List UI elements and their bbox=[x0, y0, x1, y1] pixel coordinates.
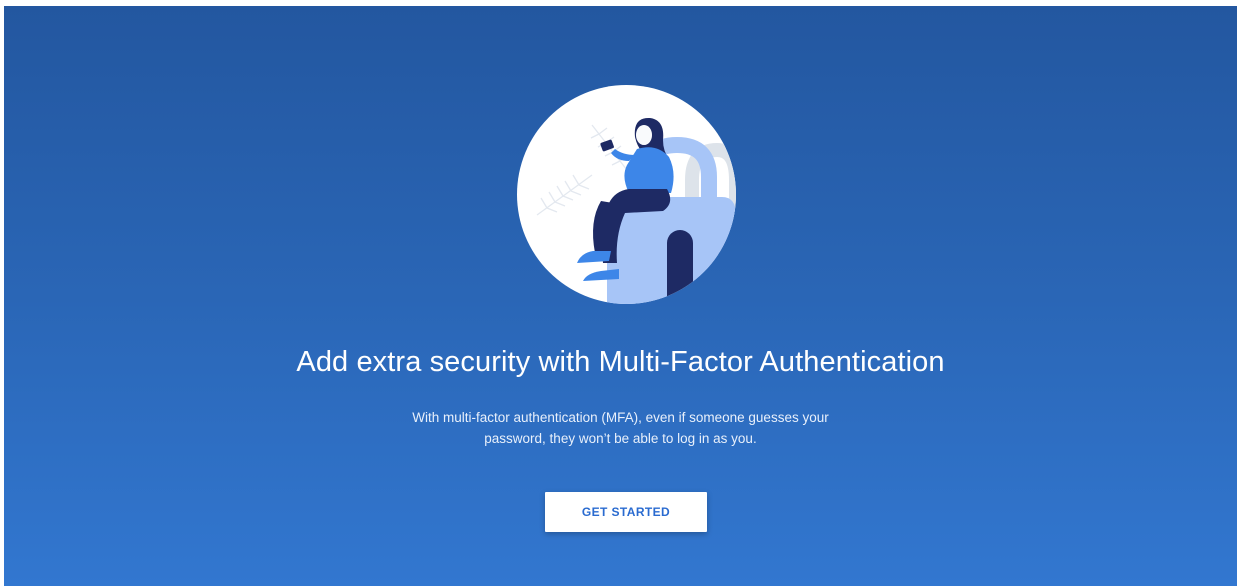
page-title: Add extra security with Multi-Factor Aut… bbox=[296, 346, 945, 378]
mfa-description-line: password, they won’t be able to log in a… bbox=[484, 431, 757, 446]
person-on-padlock-icon bbox=[536, 117, 736, 304]
get-started-button[interactable]: GET STARTED bbox=[545, 492, 707, 532]
mfa-description-line: With multi-factor authentication (MFA), … bbox=[412, 410, 829, 425]
mfa-illustration bbox=[517, 85, 736, 304]
mfa-description: With multi-factor authentication (MFA), … bbox=[4, 407, 1237, 449]
mfa-onboarding-panel: Add extra security with Multi-Factor Aut… bbox=[4, 6, 1237, 586]
